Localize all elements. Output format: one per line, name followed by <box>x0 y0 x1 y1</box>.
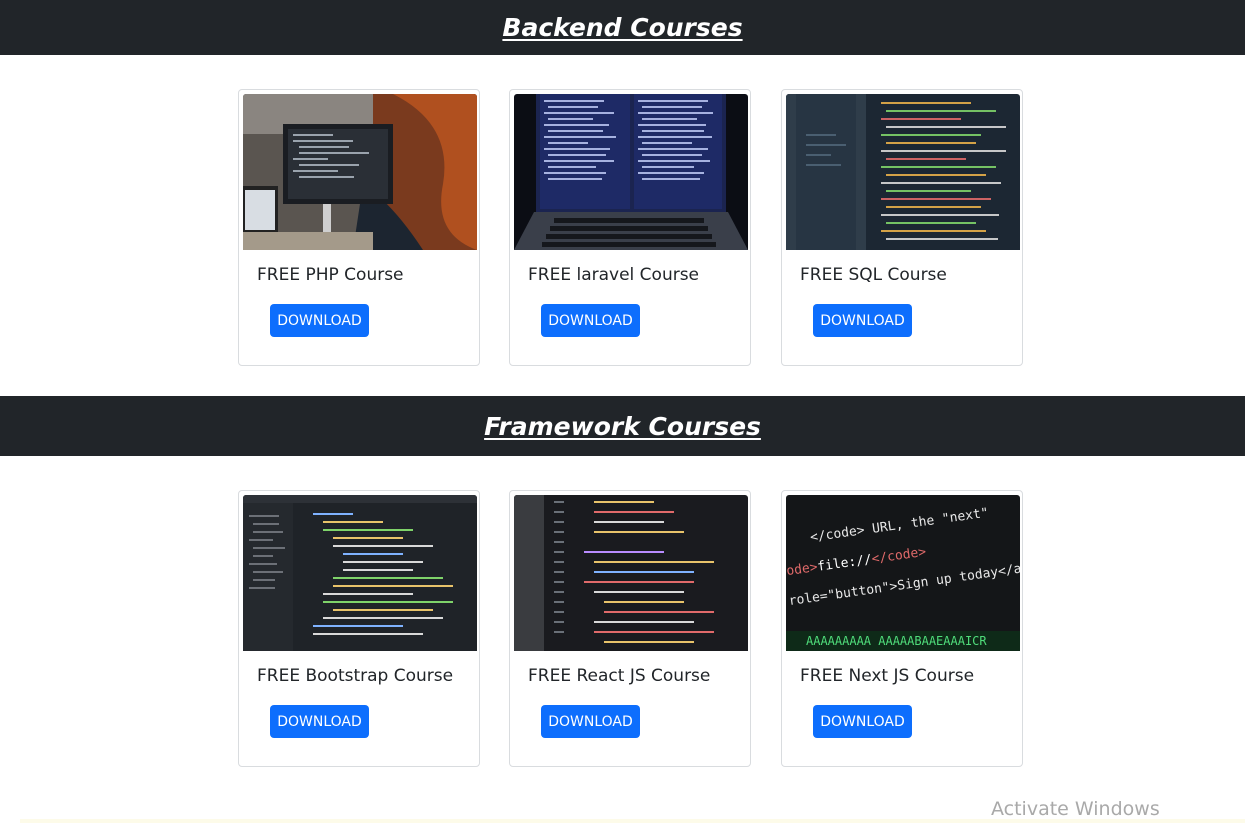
react-course-image <box>514 495 748 651</box>
framework-section-header: Framework Courses <box>0 396 1245 456</box>
backend-section-header: Backend Courses <box>0 0 1245 55</box>
download-button[interactable]: DOWNLOAD <box>270 304 369 337</box>
course-card-bootstrap: FREE Bootstrap Course DOWNLOAD <box>238 490 480 767</box>
course-card-laravel: FREE laravel Course DOWNLOAD <box>509 89 751 366</box>
download-button[interactable]: DOWNLOAD <box>541 705 640 738</box>
activate-windows-watermark: Activate Windows <box>991 798 1160 820</box>
bootstrap-course-image <box>243 495 477 651</box>
laravel-course-image <box>514 94 748 250</box>
course-title: FREE React JS Course <box>528 666 711 686</box>
download-button[interactable]: DOWNLOAD <box>541 304 640 337</box>
bottom-strip <box>20 819 1245 823</box>
course-title: FREE PHP Course <box>257 265 404 285</box>
download-button[interactable]: DOWNLOAD <box>813 304 912 337</box>
svg-text:AAAAAAAAA AAAAABAAEAAAICR: AAAAAAAAA AAAAABAAEAAAICR <box>806 634 987 648</box>
course-card-nextjs: </code> URL, the "next" code>file://</co… <box>781 490 1023 767</box>
sql-course-image <box>786 94 1020 250</box>
course-title: FREE SQL Course <box>800 265 947 285</box>
course-title: FREE Next JS Course <box>800 666 975 686</box>
course-card-php: FREE PHP Course DOWNLOAD <box>238 89 480 366</box>
course-title: FREE Bootstrap Course <box>257 666 454 686</box>
download-button[interactable]: DOWNLOAD <box>813 705 912 738</box>
nextjs-course-image: </code> URL, the "next" code>file://</co… <box>786 495 1020 651</box>
course-card-sql: FREE SQL Course DOWNLOAD <box>781 89 1023 366</box>
section-title: Framework Courses <box>484 411 761 441</box>
download-button[interactable]: DOWNLOAD <box>270 705 369 738</box>
course-title: FREE laravel Course <box>528 265 700 285</box>
section-title: Backend Courses <box>502 13 743 42</box>
course-card-react: FREE React JS Course DOWNLOAD <box>509 490 751 767</box>
php-course-image <box>243 94 477 250</box>
